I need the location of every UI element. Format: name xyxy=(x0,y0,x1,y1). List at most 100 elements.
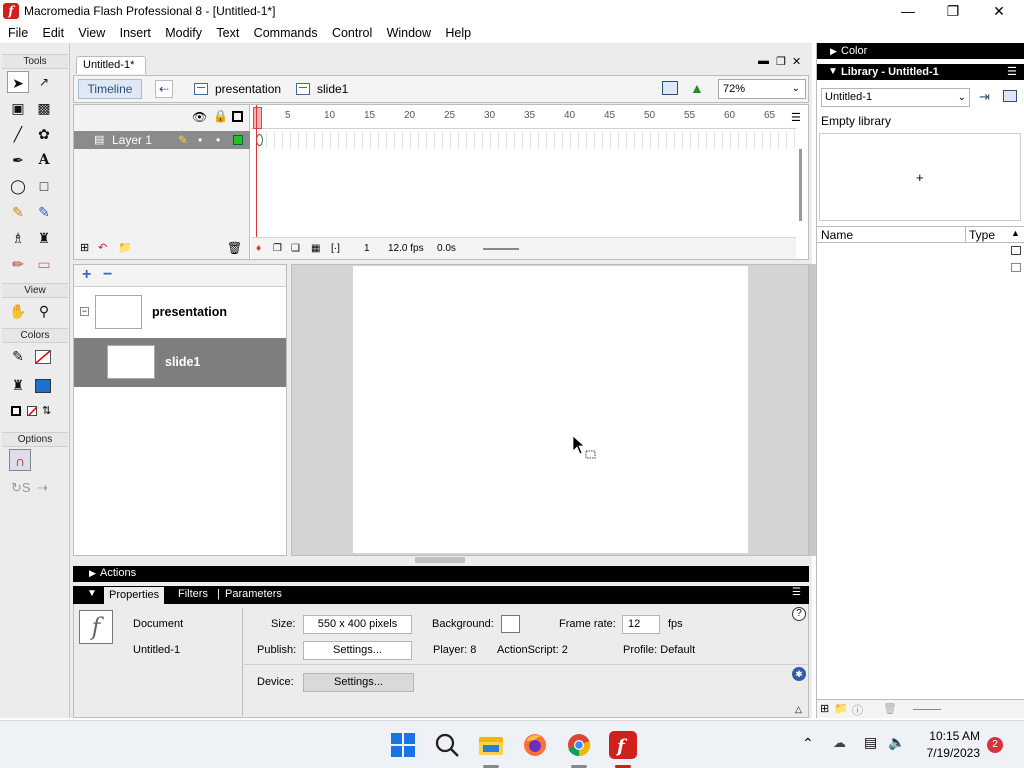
remove-slide-icon[interactable]: − xyxy=(103,266,112,284)
display-icon[interactable]: ▤ xyxy=(864,734,877,751)
show-hide-eye-icon[interactable]: 👁 xyxy=(192,110,207,124)
zoom-tool-icon[interactable]: ⚲ xyxy=(33,300,55,322)
timeline-hscroll[interactable] xyxy=(483,248,519,250)
pencil-tool-icon[interactable]: ✎ xyxy=(7,201,29,223)
minimize-button[interactable]: — xyxy=(885,0,931,23)
blank-keyframe[interactable] xyxy=(256,134,263,146)
outline-icon[interactable] xyxy=(232,111,243,122)
frame-ruler[interactable]: 1 5 10 15 20 25 30 35 40 45 50 55 60 65 xyxy=(251,105,796,129)
lock-icon[interactable]: 🔒 xyxy=(213,109,228,123)
framerate-input[interactable]: 12 xyxy=(622,615,660,634)
onion-skin-icon[interactable]: ❐ xyxy=(273,243,282,254)
properties-icon[interactable]: ⓘ xyxy=(852,702,863,718)
smooth-icon[interactable]: ↻S xyxy=(11,480,31,496)
device-settings-button[interactable]: Settings... xyxy=(303,673,414,692)
volume-icon[interactable]: 🔈 xyxy=(888,734,905,751)
center-frame-icon[interactable]: ♦ xyxy=(256,243,261,254)
timeline-menu-icon[interactable]: ☰ xyxy=(791,111,801,124)
breadcrumb-slide1[interactable]: slide1 xyxy=(317,82,348,96)
pen-tool-icon[interactable]: ✒ xyxy=(7,149,29,171)
no-color-icon[interactable] xyxy=(27,406,37,416)
stroke-color-icon[interactable]: ✎ xyxy=(7,345,29,367)
timeline-toggle-button[interactable]: Timeline xyxy=(78,79,142,99)
collapse-icon[interactable]: − xyxy=(80,307,89,316)
close-button[interactable]: ✕ xyxy=(976,0,1022,23)
add-slide-icon[interactable]: + xyxy=(82,266,91,284)
stage[interactable] xyxy=(353,266,748,553)
pin-library-icon[interactable]: ⇥ xyxy=(979,89,990,105)
back-arrow-icon[interactable]: ⇠ xyxy=(155,80,173,98)
flash-taskbar-icon[interactable]: f xyxy=(609,731,637,759)
zoom-select[interactable]: 72% ⌄ xyxy=(718,79,806,99)
eyedropper-tool-icon[interactable]: ✏ xyxy=(7,253,29,275)
document-tab[interactable]: Untitled-1* xyxy=(76,56,146,74)
doc-restore-icon[interactable]: ❐ xyxy=(776,55,786,68)
text-tool-icon[interactable]: A xyxy=(33,149,55,171)
size-button[interactable]: 550 x 400 pixels xyxy=(303,615,412,634)
tab-filters[interactable]: Filters xyxy=(178,588,208,600)
layer-lock-dot[interactable]: • xyxy=(216,131,220,149)
notification-badge[interactable]: 2 xyxy=(987,737,1003,753)
library-hscroll[interactable] xyxy=(913,709,941,710)
library-select[interactable]: Untitled-1 ⌄ xyxy=(821,88,970,107)
menu-help[interactable]: Help xyxy=(437,23,471,43)
background-color-swatch[interactable] xyxy=(501,615,520,633)
onion-outlines-icon[interactable]: ❑ xyxy=(291,243,300,254)
doc-minimize-icon[interactable]: ▬ xyxy=(758,55,769,67)
edit-multiple-frames-icon[interactable]: ▦ xyxy=(311,243,320,254)
paint-bucket-tool-icon[interactable]: ♜ xyxy=(33,227,55,249)
edit-scene-icon[interactable] xyxy=(662,81,678,95)
tab-properties[interactable]: Properties xyxy=(104,587,164,604)
menu-commands[interactable]: Commands xyxy=(246,23,318,43)
insert-layer-icon[interactable]: ⊞ xyxy=(80,241,89,254)
arrow-tool-icon[interactable]: ➤ xyxy=(7,71,29,93)
gradient-transform-tool-icon[interactable]: ▩ xyxy=(33,97,55,119)
tab-parameters[interactable]: Parameters xyxy=(225,588,282,600)
frames-row[interactable] xyxy=(251,131,796,149)
new-symbol-icon[interactable]: ⊞ xyxy=(820,702,829,715)
chrome-icon[interactable] xyxy=(565,731,593,759)
help-icon[interactable]: ? xyxy=(792,607,806,621)
new-folder-icon[interactable]: 📁 xyxy=(834,702,848,715)
maximize-button[interactable]: ❐ xyxy=(930,0,976,23)
menu-text[interactable]: Text xyxy=(208,23,239,43)
layer-outline-color[interactable] xyxy=(233,135,243,145)
fill-color-icon[interactable]: ♜ xyxy=(7,374,29,396)
slide1-thumbnail[interactable] xyxy=(107,345,155,379)
presentation-thumbnail[interactable] xyxy=(95,295,142,329)
wide-state-icon[interactable] xyxy=(1011,246,1021,255)
doc-close-icon[interactable]: ✕ xyxy=(792,55,801,68)
playhead[interactable] xyxy=(253,107,262,129)
menu-view[interactable]: View xyxy=(70,23,105,43)
hand-tool-icon[interactable]: ✋ xyxy=(7,300,29,322)
panel-menu-icon[interactable]: ☰ xyxy=(792,587,801,598)
col-name[interactable]: Name xyxy=(821,228,853,242)
menu-insert[interactable]: Insert xyxy=(112,23,151,43)
add-motion-guide-icon[interactable]: ↶ xyxy=(98,241,107,254)
ink-bottle-tool-icon[interactable]: ♗ xyxy=(7,227,29,249)
rectangle-tool-icon[interactable]: □ xyxy=(33,175,55,197)
menu-file[interactable]: File xyxy=(0,23,28,43)
library-panel-header[interactable]: ▼ Library - Untitled-1 ☰ xyxy=(817,64,1024,80)
subselect-tool-icon[interactable]: ↗ xyxy=(33,71,55,93)
actions-panel-header[interactable]: ▶ Actions xyxy=(73,566,809,582)
line-tool-icon[interactable]: ╱ xyxy=(7,123,29,145)
lasso-tool-icon[interactable]: ✿ xyxy=(33,123,55,145)
brush-tool-icon[interactable]: ✎ xyxy=(33,201,55,223)
menu-control[interactable]: Control xyxy=(324,23,372,43)
panel-menu-icon[interactable]: ☰ xyxy=(1007,64,1017,80)
straighten-icon[interactable]: ⇢ xyxy=(37,480,48,496)
default-colors-icon[interactable] xyxy=(11,406,21,416)
publish-settings-button[interactable]: Settings... xyxy=(303,641,412,660)
tray-overflow-chevron-icon[interactable]: ⌃ xyxy=(802,735,814,752)
menu-modify[interactable]: Modify xyxy=(157,23,202,43)
flash-app-icon[interactable]: f xyxy=(3,3,19,19)
layer-visible-dot[interactable]: • xyxy=(198,131,202,149)
snap-magnet-icon[interactable]: ∩ xyxy=(9,449,31,471)
menu-edit[interactable]: Edit xyxy=(35,23,65,43)
menu-window[interactable]: Window xyxy=(379,23,431,43)
collapse-arrow-icon[interactable]: ▼ xyxy=(87,588,97,599)
col-type[interactable]: Type xyxy=(969,228,995,242)
delete-icon[interactable]: 🗑 xyxy=(883,702,897,715)
narrow-state-icon[interactable] xyxy=(1011,263,1021,272)
